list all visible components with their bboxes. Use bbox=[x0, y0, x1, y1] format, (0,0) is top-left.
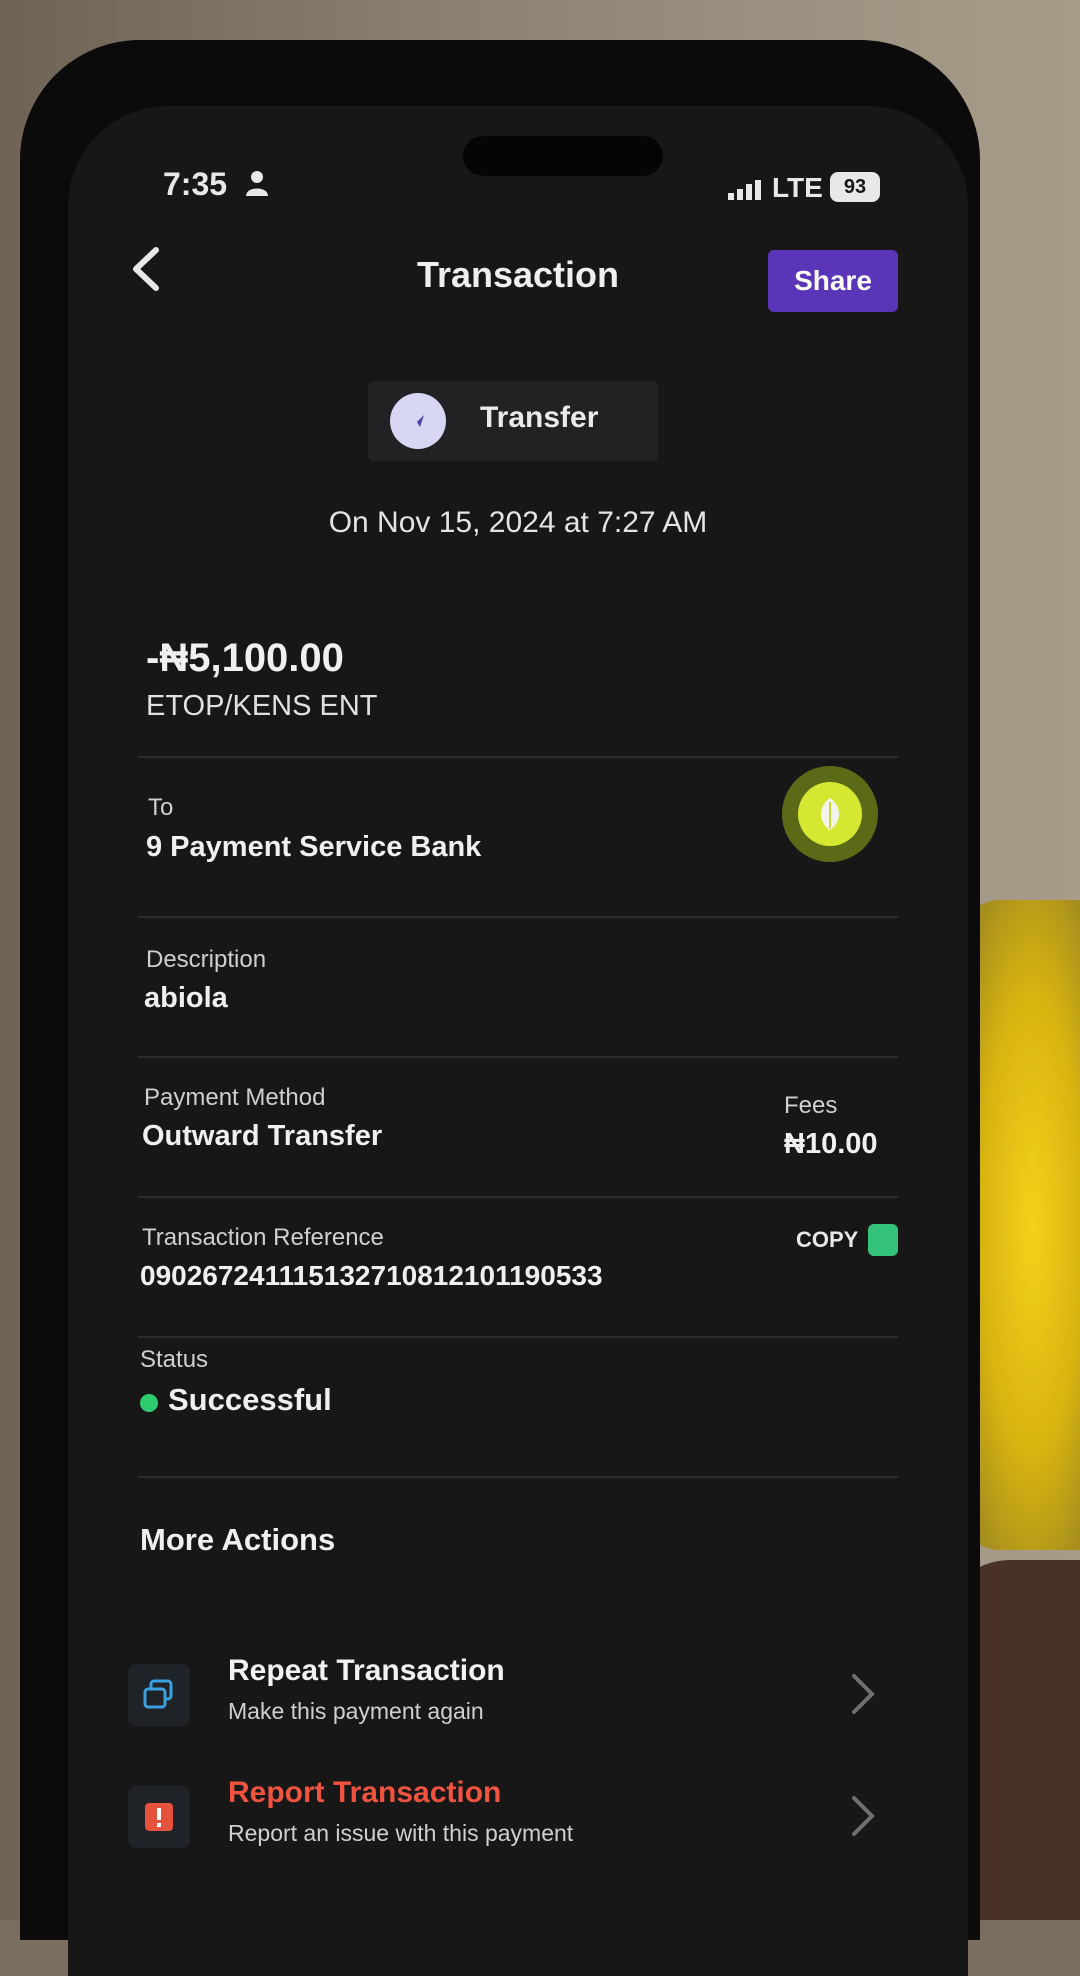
phone-notch bbox=[463, 136, 663, 176]
chevron-right-icon bbox=[852, 1674, 875, 1714]
bank-logo bbox=[782, 766, 878, 862]
battery-indicator: 93 bbox=[830, 172, 880, 202]
report-transaction-row[interactable]: Report Transaction Report an issue with … bbox=[128, 1768, 918, 1868]
repeat-transaction-row[interactable]: Repeat Transaction Make this payment aga… bbox=[128, 1646, 918, 1746]
app-screen: 7:35 LTE 93 Transaction Share Transfer O… bbox=[68, 106, 968, 1976]
transfer-icon bbox=[390, 393, 446, 449]
copy-label: COPY bbox=[796, 1227, 859, 1252]
reference-label: Transaction Reference bbox=[142, 1224, 384, 1251]
divider bbox=[138, 1336, 898, 1338]
more-actions-title: More Actions bbox=[140, 1522, 336, 1557]
chevron-right-icon bbox=[852, 1796, 875, 1836]
transaction-type-chip: Transfer bbox=[368, 381, 658, 461]
repeat-transaction-subtitle: Make this payment again bbox=[228, 1698, 484, 1724]
transaction-date: On Nov 15, 2024 at 7:27 AM bbox=[328, 506, 708, 539]
copy-icon bbox=[868, 1224, 899, 1256]
repeat-icon bbox=[128, 1664, 190, 1726]
phone-frame: 7:35 LTE 93 Transaction Share Transfer O… bbox=[20, 40, 980, 1976]
reference-value: 090267241115132710812101190533 bbox=[140, 1260, 603, 1291]
to-label: To bbox=[148, 794, 174, 821]
report-icon bbox=[128, 1786, 190, 1848]
divider bbox=[138, 1476, 898, 1478]
fees-label: Fees bbox=[784, 1092, 838, 1119]
divider bbox=[138, 756, 898, 758]
status-dot-icon bbox=[140, 1394, 158, 1412]
status-value: Successful bbox=[168, 1382, 332, 1417]
transaction-amount: -₦5,100.00 bbox=[146, 636, 344, 680]
payment-method-value: Outward Transfer bbox=[142, 1120, 383, 1152]
to-value: 9 Payment Service Bank bbox=[146, 831, 482, 863]
fees-value: ₦10.00 bbox=[784, 1128, 878, 1160]
description-label: Description bbox=[146, 946, 267, 973]
repeat-transaction-title: Repeat Transaction bbox=[228, 1654, 505, 1687]
transaction-type-label: Transfer bbox=[480, 401, 599, 434]
signal-icon bbox=[728, 180, 761, 200]
share-button[interactable]: Share bbox=[768, 250, 898, 312]
divider bbox=[138, 916, 898, 918]
report-transaction-subtitle: Report an issue with this payment bbox=[228, 1820, 574, 1846]
person-icon bbox=[246, 171, 268, 196]
description-value: abiola bbox=[144, 982, 228, 1014]
leaf-icon bbox=[798, 782, 862, 846]
payment-method-label: Payment Method bbox=[144, 1084, 326, 1111]
report-transaction-title: Report Transaction bbox=[228, 1776, 502, 1809]
divider bbox=[138, 1056, 898, 1058]
copy-reference-button[interactable]: COPY bbox=[796, 1220, 899, 1260]
counterparty-name: ETOP/KENS ENT bbox=[146, 690, 378, 722]
status-time: 7:35 bbox=[163, 166, 228, 202]
status-label: Status bbox=[140, 1346, 209, 1373]
divider bbox=[138, 1196, 898, 1198]
network-type: LTE bbox=[772, 172, 823, 203]
